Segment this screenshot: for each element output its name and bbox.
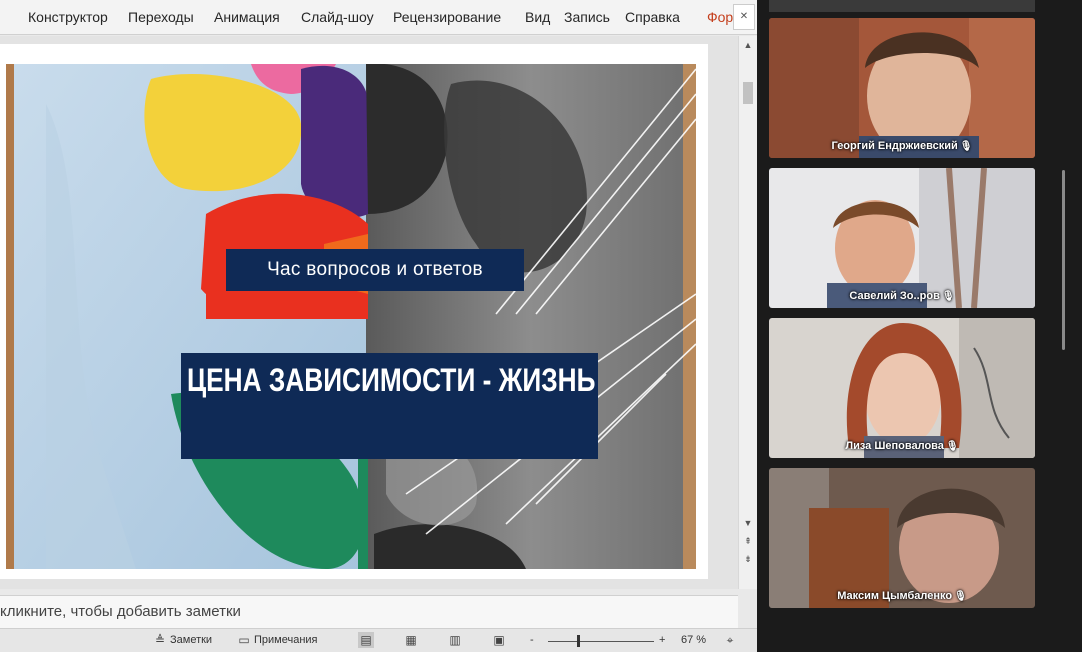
slide-vertical-scrollbar[interactable]: ▲ ▼ ⇞ ⇟ [738, 36, 757, 589]
participant-name-text: Савелий Зо..ров [849, 290, 940, 302]
muted-mic-icon: 🎙 [954, 591, 967, 602]
slide-title-text: ЦЕНА ЗАВИСИМОСТИ - ЖИЗНЬ [187, 362, 596, 398]
participant-tile[interactable]: Максим Цымбаленко 🎙 [769, 468, 1035, 608]
muted-mic-icon: 🎙 [941, 291, 955, 302]
zoom-slider-thumb[interactable] [577, 635, 580, 647]
participant-name: Лиза Шеповалова 🎙 [769, 440, 1035, 452]
participants-scrollbar[interactable] [1062, 170, 1065, 350]
next-slide-icon[interactable]: ⇟ [742, 554, 754, 565]
slide-background-painting [6, 64, 696, 569]
status-bar: ≜ Заметки ▭ Примечания ▤ ▦ ▥ ▣ - + 67 % … [0, 628, 757, 652]
participant-name: Георгий Ендржиевский 🎙 [769, 140, 1035, 152]
comments-button[interactable]: Примечания [254, 634, 318, 646]
participant-video [769, 468, 1035, 608]
participant-video [769, 318, 1035, 458]
participant-name: Савелий Зо..ров 🎙 [769, 290, 1035, 302]
tab-transitions[interactable]: Переходы [128, 9, 194, 25]
participant-name-text: Лиза Шеповалова [845, 440, 944, 452]
muted-mic-icon: 🎙 [945, 441, 959, 452]
scroll-up-icon[interactable]: ▲ [742, 40, 754, 50]
normal-view-icon[interactable]: ▤ [358, 632, 374, 648]
participant-video [769, 18, 1035, 158]
video-conference-panel: Георгий Ендржиевский 🎙 Савелий Зо..ров 🎙 Л… [757, 0, 1082, 652]
slideshow-view-icon[interactable]: ▣ [491, 632, 507, 648]
participant-name-text: Максим Цымбаленко [837, 590, 953, 602]
tab-review[interactable]: Рецензирование [393, 9, 501, 25]
partial-video-tile [769, 0, 1035, 12]
previous-slide-icon[interactable]: ⇞ [742, 536, 754, 547]
zoom-level[interactable]: 67 % [681, 634, 706, 646]
comments-icon[interactable]: ▭ [236, 632, 252, 648]
tab-view[interactable]: Вид [525, 9, 550, 25]
fit-to-window-icon[interactable]: ⌖ [722, 632, 738, 648]
current-slide[interactable]: Час вопросов и ответов ЦЕНА ЗАВИСИМОСТИ … [0, 44, 708, 579]
tab-record[interactable]: Запись [564, 9, 610, 25]
ribbon-tabs: Конструктор Переходы Анимация Слайд-шоу … [0, 0, 757, 35]
zoom-out-button[interactable]: - [530, 634, 534, 646]
notes-pane[interactable]: кликните, чтобы добавить заметки [0, 595, 738, 628]
participant-tile[interactable]: Савелий Зо..ров 🎙 [769, 168, 1035, 308]
powerpoint-window: Конструктор Переходы Анимация Слайд-шоу … [0, 0, 757, 652]
ribbon-scroll-icon[interactable]: ✕ [733, 4, 755, 30]
tab-design[interactable]: Конструктор [28, 9, 108, 25]
slide-title[interactable]: ЦЕНА ЗАВИСИМОСТИ - ЖИЗНЬ [181, 353, 598, 459]
participant-tile[interactable]: Георгий Ендржиевский 🎙 [769, 18, 1035, 158]
participant-video [769, 168, 1035, 308]
tab-format[interactable]: Фор [707, 9, 733, 25]
slide-sorter-icon[interactable]: ▦ [403, 632, 419, 648]
tab-animations[interactable]: Анимация [214, 9, 280, 25]
flower-painting-image [6, 64, 696, 569]
zoom-in-button[interactable]: + [659, 634, 665, 646]
scrollbar-thumb[interactable] [743, 82, 753, 104]
slide-canvas: Час вопросов и ответов ЦЕНА ЗАВИСИМОСТИ … [0, 36, 738, 589]
zoom-slider[interactable] [548, 641, 654, 642]
participant-name: Максим Цымбаленко 🎙 [769, 590, 1035, 602]
notes-button[interactable]: Заметки [170, 634, 212, 646]
scroll-down-icon[interactable]: ▼ [742, 518, 754, 528]
participant-name-text: Георгий Ендржиевский [831, 140, 958, 152]
notes-icon[interactable]: ≜ [152, 632, 168, 648]
reading-view-icon[interactable]: ▥ [447, 632, 463, 648]
muted-mic-icon: 🎙 [959, 141, 973, 152]
tab-slideshow[interactable]: Слайд-шоу [301, 9, 374, 25]
notes-placeholder[interactable]: кликните, чтобы добавить заметки [0, 603, 241, 620]
tab-help[interactable]: Справка [625, 9, 680, 25]
slide-subtitle[interactable]: Час вопросов и ответов [226, 249, 524, 291]
participant-tile[interactable]: Лиза Шеповалова 🎙 [769, 318, 1035, 458]
